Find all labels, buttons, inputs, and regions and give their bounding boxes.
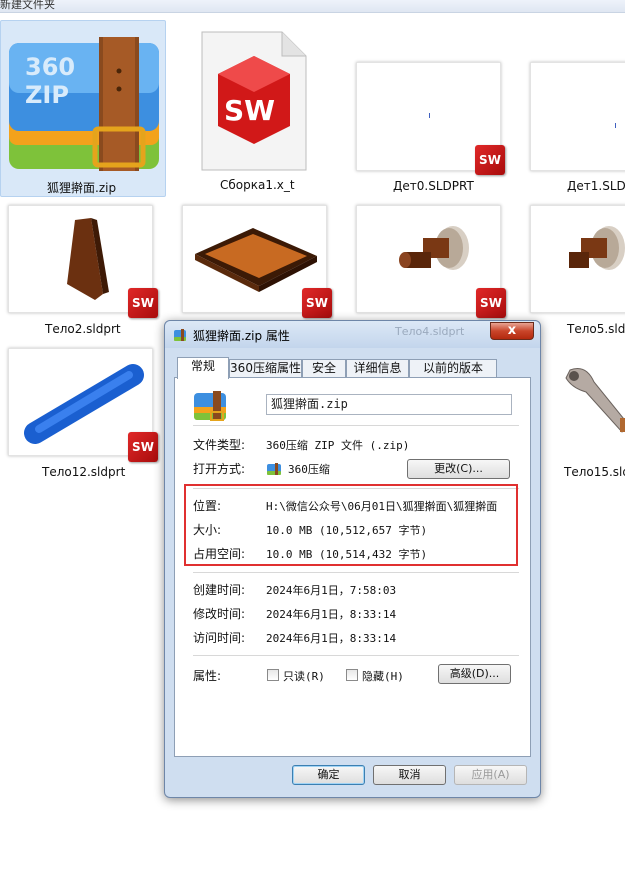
file-tile-assembly[interactable]: SW Сборка1.x_t	[180, 22, 320, 197]
cancel-button[interactable]: 取消	[373, 765, 446, 785]
created-value: 2024年6月1日，7:58:03	[266, 584, 397, 597]
file-name-zip: 狐狸擀面.zip	[47, 181, 117, 195]
file-name-det1: Дет1.SLDP	[567, 179, 625, 193]
solidworks-badge-icon: SW	[128, 432, 158, 462]
svg-text:360: 360	[25, 53, 75, 81]
tab-details[interactable]: 详细信息	[346, 359, 409, 378]
origin-marker-icon	[615, 123, 618, 128]
close-icon: x	[507, 323, 517, 338]
modified-label: 修改时间:	[193, 607, 246, 621]
divider	[193, 655, 519, 656]
file-thumb-det1[interactable]	[530, 62, 625, 171]
highlight-box	[184, 484, 518, 566]
file-thumb-telo15[interactable]	[542, 348, 625, 456]
readonly-label[interactable]: 只读(R)	[283, 668, 325, 684]
solidworks-badge-icon: SW	[475, 145, 505, 175]
created-label: 创建时间:	[193, 583, 246, 597]
zip-file-icon	[194, 391, 226, 421]
apply-button[interactable]: 应用(A)	[454, 765, 527, 785]
open-with-label: 打开方式:	[193, 462, 246, 476]
file-name-assembly: Сборка1.x_t	[220, 178, 295, 192]
attributes-label: 属性:	[193, 669, 222, 683]
divider	[193, 572, 519, 573]
general-tab-panel: 狐狸擀面.zip 文件类型: 360压缩 ZIP 文件 (.zip) 打开方式:…	[174, 377, 531, 757]
dialog-title: 狐狸擀面.zip 属性	[193, 329, 290, 343]
hidden-label[interactable]: 隐藏(H)	[362, 668, 404, 684]
ok-button[interactable]: 确定	[292, 765, 365, 785]
tab-previous-versions[interactable]: 以前的版本	[409, 359, 497, 378]
filename-input[interactable]: 狐狸擀面.zip	[266, 394, 512, 415]
accessed-label: 访问时间:	[193, 631, 246, 645]
solidworks-badge-icon: SW	[128, 288, 158, 318]
tab-general[interactable]: 常规	[177, 357, 229, 379]
modified-value: 2024年6月1日，8:33:14	[266, 608, 397, 621]
tab-security[interactable]: 安全	[302, 359, 346, 378]
explorer-title-bar: 新建文件夹	[0, 0, 625, 13]
zip-file-icon	[174, 329, 186, 341]
close-button[interactable]: x	[490, 322, 534, 340]
file-name-telo5: Тело5.sld	[567, 322, 625, 336]
readonly-checkbox[interactable]	[267, 669, 279, 681]
shaft-part-icon	[569, 226, 625, 270]
solidworks-badge-icon: SW	[302, 288, 332, 318]
zip-archive-icon: 360 ZIP	[9, 37, 159, 171]
advanced-button[interactable]: 高级(D)...	[438, 664, 511, 684]
file-name-telo12: Тело12.sldprt	[42, 465, 126, 479]
crank-part-icon	[565, 368, 625, 433]
file-name-telo2: Тело2.sldprt	[45, 322, 121, 336]
document-page-icon: SW	[201, 31, 307, 171]
divider	[193, 425, 519, 426]
file-thumb-telo5[interactable]	[530, 205, 625, 313]
file-name-det0: Дет0.SLDPRT	[393, 179, 474, 193]
change-button[interactable]: 更改(C)...	[407, 459, 510, 479]
solidworks-badge-icon: SW	[476, 288, 506, 318]
background-window-title: Тело4.sldprt	[395, 325, 465, 338]
file-tile-zip[interactable]: 360 ZIP 狐狸擀面.zip	[0, 20, 166, 197]
file-type-label: 文件类型:	[193, 438, 246, 452]
tab-360-zip-properties[interactable]: 360压缩属性	[229, 359, 302, 378]
origin-marker-icon	[429, 113, 432, 118]
svg-text:SW: SW	[224, 94, 275, 127]
file-type-value: 360压缩 ZIP 文件 (.zip)	[266, 439, 410, 452]
dialog-title-bar[interactable]: 狐狸擀面.zip 属性 Тело4.sldprt x	[165, 321, 540, 348]
open-with-value: 360压缩	[288, 463, 330, 476]
explorer-window-title: 新建文件夹	[0, 0, 55, 11]
accessed-value: 2024年6月1日，8:33:14	[266, 632, 397, 645]
file-name-telo15: Тело15.sld	[564, 465, 625, 479]
hidden-checkbox[interactable]	[346, 669, 358, 681]
360zip-app-icon	[267, 463, 281, 475]
svg-text:ZIP: ZIP	[25, 81, 69, 109]
